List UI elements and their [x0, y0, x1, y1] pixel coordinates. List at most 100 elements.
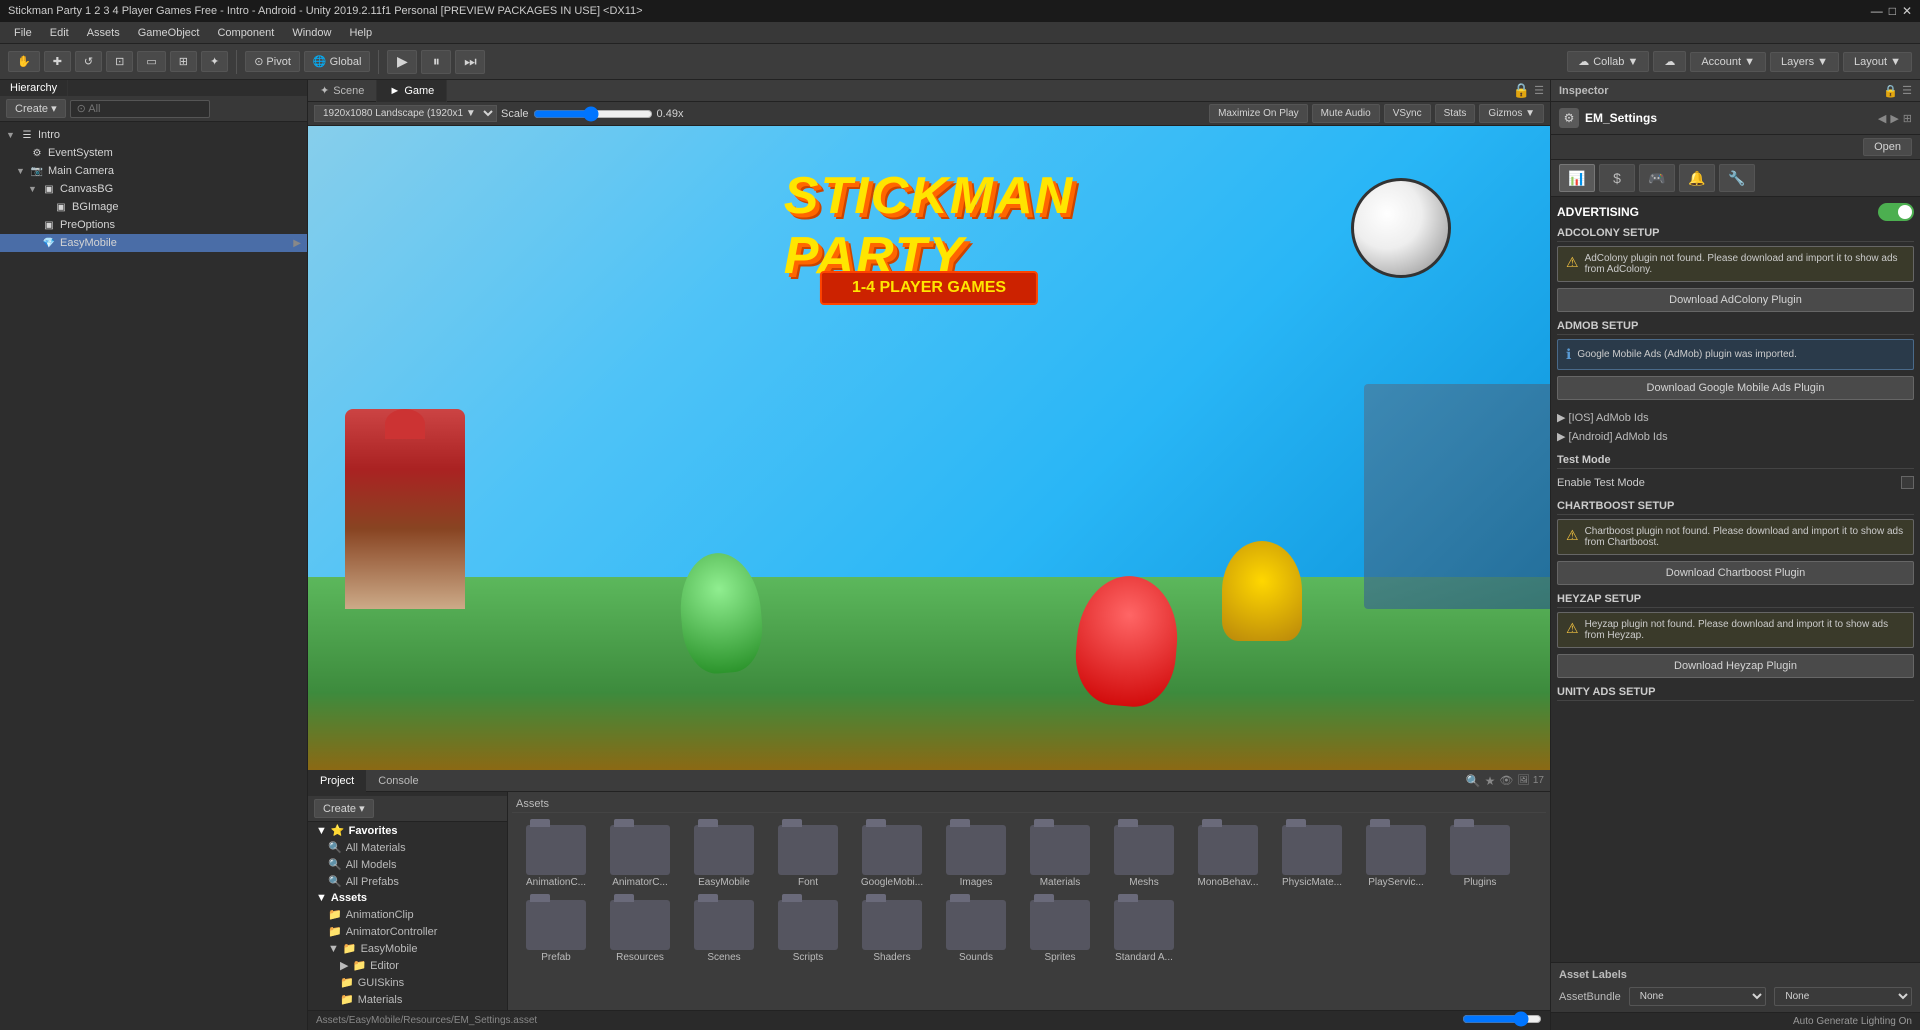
folder-scripts[interactable]: Scripts: [768, 896, 848, 967]
inspector-menu-icon[interactable]: ☰: [1902, 84, 1912, 98]
hierarchy-item-maincamera[interactable]: ▼ 📷 Main Camera: [0, 162, 307, 180]
hierarchy-tab[interactable]: Hierarchy: [0, 80, 68, 96]
folder-easymobile[interactable]: EasyMobile: [684, 821, 764, 892]
folder-font[interactable]: Font: [768, 821, 848, 892]
asset-bundle-select[interactable]: None: [1629, 987, 1767, 1006]
custom-tool-button[interactable]: ✦: [201, 51, 228, 72]
scale-tool-button[interactable]: ⊡: [106, 51, 133, 72]
move-tool-button[interactable]: ✚: [44, 51, 71, 72]
project-create-button[interactable]: Create ▾: [314, 799, 374, 818]
pivot-button[interactable]: ⊙ Pivot: [245, 51, 300, 72]
sidebar-editor[interactable]: ▶ 📁 Editor: [308, 957, 507, 974]
rotate-tool-button[interactable]: ↺: [75, 51, 102, 72]
asset-variant-select[interactable]: None: [1774, 987, 1912, 1006]
rect-tool-button[interactable]: ▭: [137, 51, 165, 72]
hierarchy-item-bgimage[interactable]: ▣ BGImage: [0, 198, 307, 216]
collab-button[interactable]: ☁ Collab ▼: [1567, 51, 1649, 72]
cloud-button[interactable]: ☁: [1653, 51, 1686, 72]
download-heyzap-button[interactable]: Download Heyzap Plugin: [1557, 654, 1914, 678]
tab-project[interactable]: Project: [308, 770, 366, 792]
folder-googlemobile[interactable]: GoogleMobi...: [852, 821, 932, 892]
sidebar-all-materials[interactable]: 🔍 All Materials: [308, 839, 507, 856]
play-button[interactable]: ▶: [387, 50, 417, 74]
scene-menu-icon[interactable]: ☰: [1534, 84, 1544, 97]
tab-utilities[interactable]: 🔧: [1719, 164, 1755, 192]
download-adcolony-button[interactable]: Download AdColony Plugin: [1557, 288, 1914, 312]
stats-button[interactable]: Stats: [1435, 104, 1476, 123]
download-admob-button[interactable]: Download Google Mobile Ads Plugin: [1557, 376, 1914, 400]
menu-edit[interactable]: Edit: [42, 25, 77, 41]
sidebar-all-prefabs[interactable]: 🔍 All Prefabs: [308, 873, 507, 890]
hierarchy-item-canvasbg[interactable]: ▼ ▣ CanvasBG: [0, 180, 307, 198]
sidebar-guiskins[interactable]: 📁 GUISkins: [308, 974, 507, 991]
folder-animationclip[interactable]: AnimationC...: [516, 821, 596, 892]
step-button[interactable]: ⏭: [455, 50, 485, 74]
tab-console[interactable]: Console: [366, 770, 430, 792]
inspector-lock-icon[interactable]: 🔒: [1883, 84, 1898, 98]
inspector-next-icon[interactable]: ▶: [1890, 112, 1898, 125]
layout-button[interactable]: Layout ▼: [1843, 52, 1912, 72]
menu-help[interactable]: Help: [341, 25, 380, 41]
inspector-prev-icon[interactable]: ◀: [1878, 112, 1886, 125]
scale-slider[interactable]: [533, 106, 653, 122]
sidebar-favorites[interactable]: ▼ ⭐ Favorites: [308, 822, 507, 839]
folder-monobehaviours[interactable]: MonoBehav...: [1188, 821, 1268, 892]
sidebar-materials[interactable]: 📁 Materials: [308, 991, 507, 1008]
maximize-button[interactable]: □: [1889, 4, 1896, 18]
sidebar-all-models[interactable]: 🔍 All Models: [308, 856, 507, 873]
hand-tool-button[interactable]: ✋: [8, 51, 40, 72]
enable-test-mode-checkbox[interactable]: [1901, 476, 1914, 489]
account-button[interactable]: Account ▼: [1690, 52, 1766, 72]
folder-prefab[interactable]: Prefab: [516, 896, 596, 967]
sidebar-easymobile-asset[interactable]: ▼ 📁 EasyMobile: [308, 940, 507, 957]
folder-meshs[interactable]: Meshs: [1104, 821, 1184, 892]
tab-gameservices[interactable]: 🎮: [1639, 164, 1675, 192]
sidebar-assets[interactable]: ▼ Assets: [308, 890, 507, 906]
vsync-button[interactable]: VSync: [1384, 104, 1431, 123]
project-search-icon[interactable]: 🔍: [1466, 774, 1481, 788]
menu-file[interactable]: File: [6, 25, 40, 41]
advertising-toggle[interactable]: [1878, 203, 1914, 221]
hierarchy-item-easymobile[interactable]: 💎 EasyMobile ▶: [0, 234, 307, 252]
folder-playservice[interactable]: PlayServic...: [1356, 821, 1436, 892]
android-admob-ids-row[interactable]: ▶ [Android] AdMob Ids: [1557, 427, 1914, 446]
ios-admob-ids-row[interactable]: ▶ [IOS] AdMob Ids: [1557, 408, 1914, 427]
hierarchy-item-preoptions[interactable]: ▣ PreOptions: [0, 216, 307, 234]
minimize-button[interactable]: —: [1871, 4, 1883, 18]
folder-images[interactable]: Images: [936, 821, 1016, 892]
sidebar-animator-controller[interactable]: 📁 AnimatorController: [308, 923, 507, 940]
folder-animatorcontroller[interactable]: AnimatorC...: [600, 821, 680, 892]
folder-physicmaterial[interactable]: PhysicMate...: [1272, 821, 1352, 892]
download-chartboost-button[interactable]: Download Chartboost Plugin: [1557, 561, 1914, 585]
hierarchy-item-intro[interactable]: ▼ ☰ Intro: [0, 126, 307, 144]
folder-sounds[interactable]: Sounds: [936, 896, 1016, 967]
gizmos-button[interactable]: Gizmos ▼: [1479, 104, 1544, 123]
scene-lock-icon[interactable]: 🔒: [1513, 82, 1530, 99]
tab-analytics[interactable]: 📊: [1559, 164, 1595, 192]
menu-gameobject[interactable]: GameObject: [130, 25, 208, 41]
project-eye-icon[interactable]: 👁: [1499, 774, 1513, 787]
hierarchy-search-input[interactable]: [70, 100, 210, 118]
maximize-on-play-button[interactable]: Maximize On Play: [1209, 104, 1308, 123]
menu-assets[interactable]: Assets: [79, 25, 128, 41]
folder-plugins[interactable]: Plugins: [1440, 821, 1520, 892]
mute-audio-button[interactable]: Mute Audio: [1312, 104, 1380, 123]
tab-game[interactable]: ► Game: [377, 80, 447, 102]
folder-sprites[interactable]: Sprites: [1020, 896, 1100, 967]
global-button[interactable]: 🌐 Global: [304, 51, 371, 72]
zoom-slider[interactable]: [1462, 1011, 1542, 1027]
tab-scene[interactable]: ✦ Scene: [308, 80, 377, 102]
folder-standard-assets[interactable]: Standard A...: [1104, 896, 1184, 967]
open-button[interactable]: Open: [1863, 138, 1912, 156]
menu-component[interactable]: Component: [209, 25, 282, 41]
tab-notifications[interactable]: 🔔: [1679, 164, 1715, 192]
hierarchy-item-eventsystem[interactable]: ⚙ EventSystem: [0, 144, 307, 162]
pause-button[interactable]: ⏸: [421, 50, 451, 74]
close-button[interactable]: ✕: [1902, 4, 1912, 18]
project-lock-icon[interactable]: ★: [1485, 774, 1496, 788]
layers-button[interactable]: Layers ▼: [1770, 52, 1839, 72]
hierarchy-create-button[interactable]: Create ▾: [6, 99, 66, 118]
menu-window[interactable]: Window: [284, 25, 339, 41]
folder-scenes[interactable]: Scenes: [684, 896, 764, 967]
tab-monetization[interactable]: $: [1599, 164, 1635, 192]
